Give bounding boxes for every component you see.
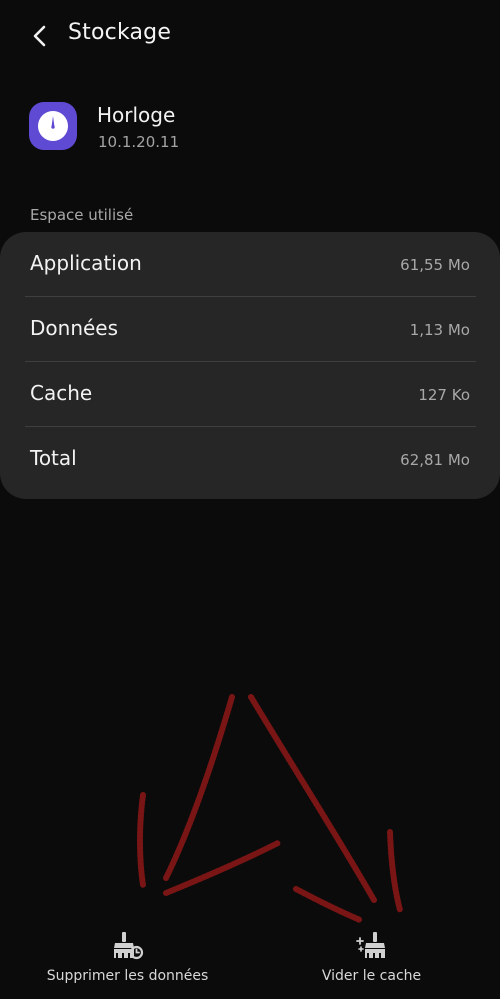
top-bar: Stockage (0, 0, 500, 72)
section-label-storage-used: Espace utilisé (30, 206, 134, 224)
clear-cache-label: Vider le cache (321, 968, 422, 984)
clock-icon (29, 102, 77, 150)
storage-row-label: Données (30, 316, 119, 340)
storage-row-value: 1,13 Mo (409, 321, 470, 339)
storage-row-value: 127 Ko (418, 386, 470, 404)
broom-clock-icon (113, 932, 143, 960)
storage-card: Application 61,55 Mo Données 1,13 Mo Cac… (0, 232, 500, 499)
app-version: 10.1.20.11 (98, 133, 180, 151)
clear-data-button[interactable]: Supprimer les données (30, 930, 225, 992)
app-header: Horloge 10.1.20.11 (0, 96, 500, 166)
storage-row-application: Application 61,55 Mo (0, 232, 500, 296)
storage-row-label: Total (30, 446, 77, 470)
storage-row-value: 62,81 Mo (400, 451, 470, 469)
storage-row-label: Application (30, 251, 142, 275)
clear-cache-button[interactable]: Vider le cache (300, 930, 443, 992)
storage-row-cache: Cache 127 Ko (0, 362, 500, 426)
storage-row-total: Total 62,81 Mo (0, 427, 500, 491)
app-name: Horloge (97, 103, 176, 127)
storage-row-data: Données 1,13 Mo (0, 297, 500, 361)
page-title: Stockage (68, 20, 172, 45)
storage-row-value: 61,55 Mo (400, 256, 470, 274)
chevron-left-icon[interactable] (26, 22, 54, 50)
storage-row-label: Cache (30, 381, 93, 405)
clear-data-label: Supprimer les données (46, 968, 209, 984)
broom-sparkle-icon (355, 932, 385, 958)
